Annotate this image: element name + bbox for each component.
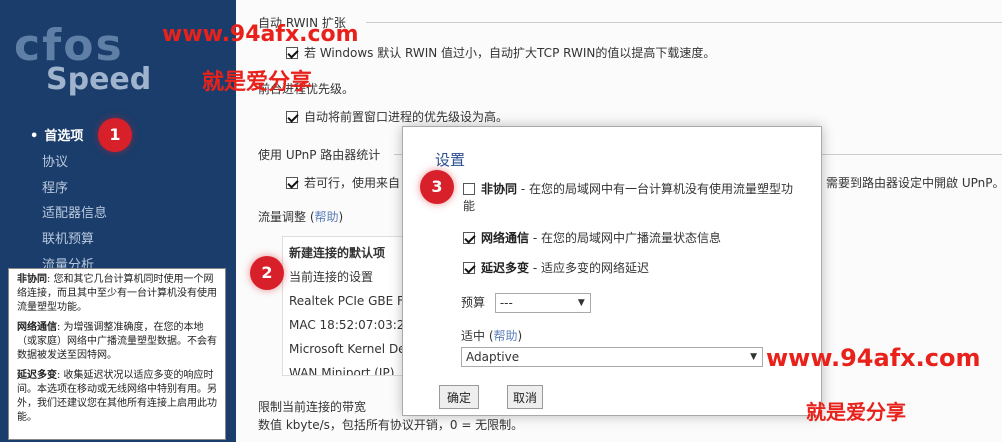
section-traffic-label: 流量调整 bbox=[258, 210, 307, 224]
sidebar: cfos Speed 首选项 协议 程序 适配器信息 联机预算 流量分析 非协同… bbox=[0, 0, 236, 442]
budget-row: 预算 --- ▼ bbox=[461, 293, 591, 313]
moderate-help-link[interactable]: 帮助 bbox=[494, 329, 518, 343]
option-desc: - 适应多变的网络延迟 bbox=[529, 261, 649, 275]
section-traffic: 流量调整 (帮助) bbox=[258, 210, 344, 224]
traffic-help-link[interactable]: 帮助 bbox=[315, 210, 339, 224]
option-term: 网络通信 bbox=[481, 231, 530, 245]
option-term: 延迟多变 bbox=[481, 261, 530, 275]
section-bandwidth: 限制当前连接的带宽 bbox=[258, 400, 367, 414]
watermark-slogan-bottom: 就是爱分享 bbox=[806, 400, 906, 424]
network-communication-checkbox[interactable] bbox=[463, 232, 475, 244]
step-badge-3: 3 bbox=[420, 170, 454, 204]
settings-dialog: 设置 非协同 - 在您的局域网中有一台计算机没有使用流量塑型功能 网络通信 - … bbox=[402, 126, 822, 416]
sidebar-item-preferences[interactable]: 首选项 bbox=[30, 124, 107, 150]
rwin-option-label: 若 Windows 默认 RWIN 值过小，自动扩大TCP RWIN的值以提高下… bbox=[304, 46, 716, 60]
help-tooltip: 非协同: 您和其它几台计算机同时使用一个网络连接，而且其中至少有一台计算机没有使… bbox=[8, 268, 226, 440]
priority-checkbox[interactable] bbox=[286, 111, 298, 123]
moderate-label: 适中 bbox=[461, 329, 486, 343]
sidebar-item-programs[interactable]: 程序 bbox=[30, 176, 107, 202]
sidebar-item-adapter-info[interactable]: 适配器信息 bbox=[30, 201, 107, 227]
sidebar-nav: 首选项 协议 程序 适配器信息 联机预算 流量分析 bbox=[30, 124, 107, 279]
dialog-title: 设置 bbox=[435, 151, 466, 169]
budget-select[interactable]: --- ▼ bbox=[494, 293, 591, 313]
section-upnp: 使用 UPnP 路由器统计 bbox=[258, 148, 381, 162]
priority-option-label: 自动将前置窗口进程的优先级设为高。 bbox=[304, 110, 509, 124]
list-item[interactable]: Realtek PCIe GBE Fa bbox=[289, 289, 410, 313]
tooltip-text-1: : 您和其它几台计算机同时使用一个网络连接，而且其中至少有一台计算机没有使用流量… bbox=[17, 274, 217, 313]
upnp-option-tail: 需要到路由器设定中開啟 UPnP。 bbox=[826, 176, 1002, 190]
cancel-button[interactable]: 取消 bbox=[507, 385, 543, 409]
chevron-down-icon: ▼ bbox=[750, 352, 757, 362]
mode-select-row: Adaptive ▼ bbox=[461, 347, 763, 367]
upnp-checkbox[interactable] bbox=[286, 177, 298, 189]
watermark-slogan-top: 就是爱分享 bbox=[202, 70, 313, 95]
watermark-site-bottom: www.94afx.com bbox=[766, 344, 981, 372]
non-cooperative-checkbox[interactable] bbox=[463, 183, 475, 195]
priority-option[interactable]: 自动将前置窗口进程的优先级设为高。 bbox=[286, 108, 508, 125]
tooltip-term-3: 延迟多变 bbox=[17, 370, 57, 381]
upnp-option-label: 若可行，使用来自 bbox=[304, 176, 401, 190]
mode-select[interactable]: Adaptive ▼ bbox=[461, 347, 763, 367]
watermark-site-top: www.94afx.com bbox=[162, 22, 359, 47]
upnp-option[interactable]: 若可行，使用来自 bbox=[286, 174, 400, 191]
connection-list[interactable]: 新建连接的默认项 当前连接的设置 Realtek PCIe GBE Fa MAC… bbox=[282, 236, 412, 376]
option-variable-latency[interactable]: 延迟多变 - 适应多变的网络延迟 bbox=[463, 259, 649, 276]
list-item[interactable]: WAN Miniport (IP) bbox=[289, 361, 405, 375]
sidebar-item-online-budget[interactable]: 联机预算 bbox=[30, 227, 107, 253]
option-network-communication[interactable]: 网络通信 - 在您的局域网中广播流量状态信息 bbox=[463, 229, 721, 246]
sidebar-item-protocols[interactable]: 协议 bbox=[30, 150, 107, 176]
option-desc: - 在您的局域网中广播流量状态信息 bbox=[529, 231, 721, 245]
budget-label: 预算 bbox=[461, 295, 486, 310]
list-item[interactable]: 当前连接的设置 bbox=[289, 265, 405, 289]
rwin-checkbox[interactable] bbox=[286, 47, 298, 59]
moderate-row: 适中 (帮助) bbox=[461, 329, 523, 343]
list-item[interactable]: Microsoft Kernel De bbox=[289, 337, 406, 361]
list-item[interactable]: MAC 18:52:07:03:22 bbox=[289, 313, 411, 337]
mode-select-value: Adaptive bbox=[466, 350, 520, 364]
step-badge-1: 1 bbox=[98, 118, 132, 152]
logo-speed: Speed bbox=[46, 62, 152, 97]
budget-select-value: --- bbox=[499, 296, 513, 310]
tooltip-term-2: 网络通信 bbox=[17, 322, 57, 333]
option-non-cooperative[interactable]: 非协同 - 在您的局域网中有一台计算机没有使用流量塑型功能 bbox=[463, 181, 793, 215]
chevron-down-icon: ▼ bbox=[577, 298, 585, 308]
ok-button[interactable]: 确定 bbox=[439, 385, 479, 409]
option-term: 非协同 bbox=[481, 182, 518, 196]
list-item[interactable]: 新建连接的默认项 bbox=[289, 241, 405, 265]
section-divider bbox=[366, 22, 1002, 23]
step-badge-2: 2 bbox=[250, 256, 284, 290]
tooltip-term-1: 非协同 bbox=[17, 274, 47, 285]
bandwidth-subtext: 数值 kbyte/s，包括所有协议开销，0 = 无限制。 bbox=[258, 418, 524, 432]
variable-latency-checkbox[interactable] bbox=[463, 262, 475, 274]
